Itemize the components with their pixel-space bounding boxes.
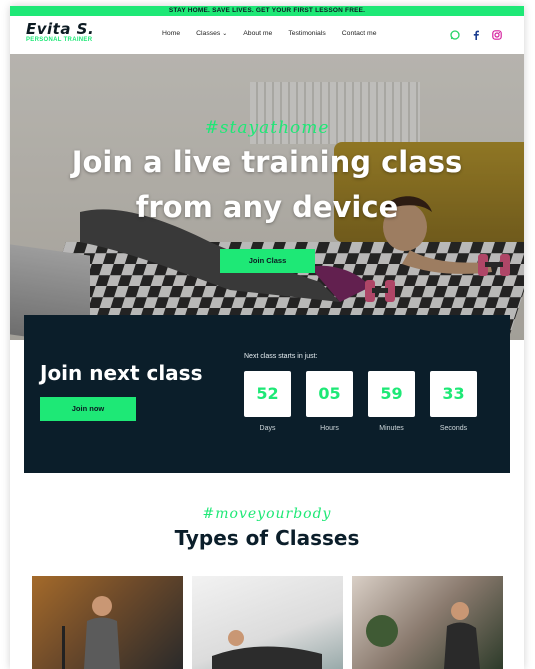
countdown-minutes: 59 Minutes	[368, 371, 415, 432]
countdown-unit-label: Seconds	[439, 425, 468, 432]
types-title: Types of Classes	[174, 526, 360, 550]
main-menu: Home Classes ⌄ About me Testimonials Con…	[162, 30, 377, 37]
facebook-icon[interactable]	[470, 29, 481, 40]
logo[interactable]: Evita S. PERSONAL TRAINER	[26, 20, 94, 43]
header: Evita S. PERSONAL TRAINER Home Classes ⌄…	[10, 16, 524, 54]
countdown-seconds: 33 Seconds	[430, 371, 477, 432]
chevron-down-icon: ⌄	[222, 31, 228, 37]
countdown-label: Next class starts in just:	[244, 353, 318, 360]
page-frame: STAY HOME. SAVE LIVES. GET YOUR FIRST LE…	[10, 6, 524, 669]
hero-headline-line1: Join a live training class	[71, 145, 463, 179]
hero-banner: #stayathome Join a live training class f…	[10, 54, 524, 340]
class-card-image[interactable]	[192, 576, 343, 669]
countdown-value: 33	[430, 371, 477, 417]
countdown-section: Join next class Join now Next class star…	[24, 315, 510, 473]
nav-item-home[interactable]: Home	[162, 30, 180, 37]
countdown-unit-label: Hours	[320, 425, 339, 432]
class-cards	[32, 576, 503, 669]
class-card-image[interactable]	[352, 576, 503, 669]
promo-bar: STAY HOME. SAVE LIVES. GET YOUR FIRST LE…	[10, 6, 524, 16]
social-links	[449, 29, 502, 40]
join-class-button[interactable]: Join Class	[220, 249, 315, 273]
class-photo-1	[62, 596, 120, 669]
logo-name: Evita S.	[26, 20, 95, 38]
types-section: #moveyourbody Types of Classes	[10, 506, 524, 550]
hero-headline: Join a live training class from any devi…	[10, 140, 524, 230]
hero-headline-line2: from any device	[135, 190, 399, 224]
countdown-hours: 05 Hours	[306, 371, 353, 432]
instagram-icon[interactable]	[491, 29, 502, 40]
class-card-image[interactable]	[32, 576, 183, 669]
join-now-button[interactable]: Join now	[40, 397, 136, 421]
logo-tagline: PERSONAL TRAINER	[26, 37, 93, 43]
nav-item-about[interactable]: About me	[243, 30, 272, 37]
class-photo-3	[366, 602, 480, 669]
countdown-title: Join next class	[40, 361, 203, 385]
countdown-timer: 52 Days 05 Hours 59 Minutes 33 Seconds	[244, 371, 477, 432]
countdown-value: 05	[306, 371, 353, 417]
whatsapp-icon[interactable]	[449, 29, 460, 40]
nav-item-classes-label: Classes	[196, 30, 221, 37]
countdown-value: 52	[244, 371, 291, 417]
types-hashtag: #moveyourbody	[202, 506, 332, 522]
nav-item-classes[interactable]: Classes ⌄	[196, 30, 227, 37]
nav-item-contact[interactable]: Contact me	[342, 30, 377, 37]
countdown-unit-label: Minutes	[379, 425, 404, 432]
class-photo-2	[212, 630, 322, 669]
hero-hashtag: #stayathome	[204, 118, 330, 138]
hero-text: #stayathome Join a live training class f…	[10, 118, 524, 230]
nav-item-testimonials[interactable]: Testimonials	[288, 30, 325, 37]
countdown-value: 59	[368, 371, 415, 417]
countdown-days: 52 Days	[244, 371, 291, 432]
countdown-unit-label: Days	[259, 425, 276, 432]
